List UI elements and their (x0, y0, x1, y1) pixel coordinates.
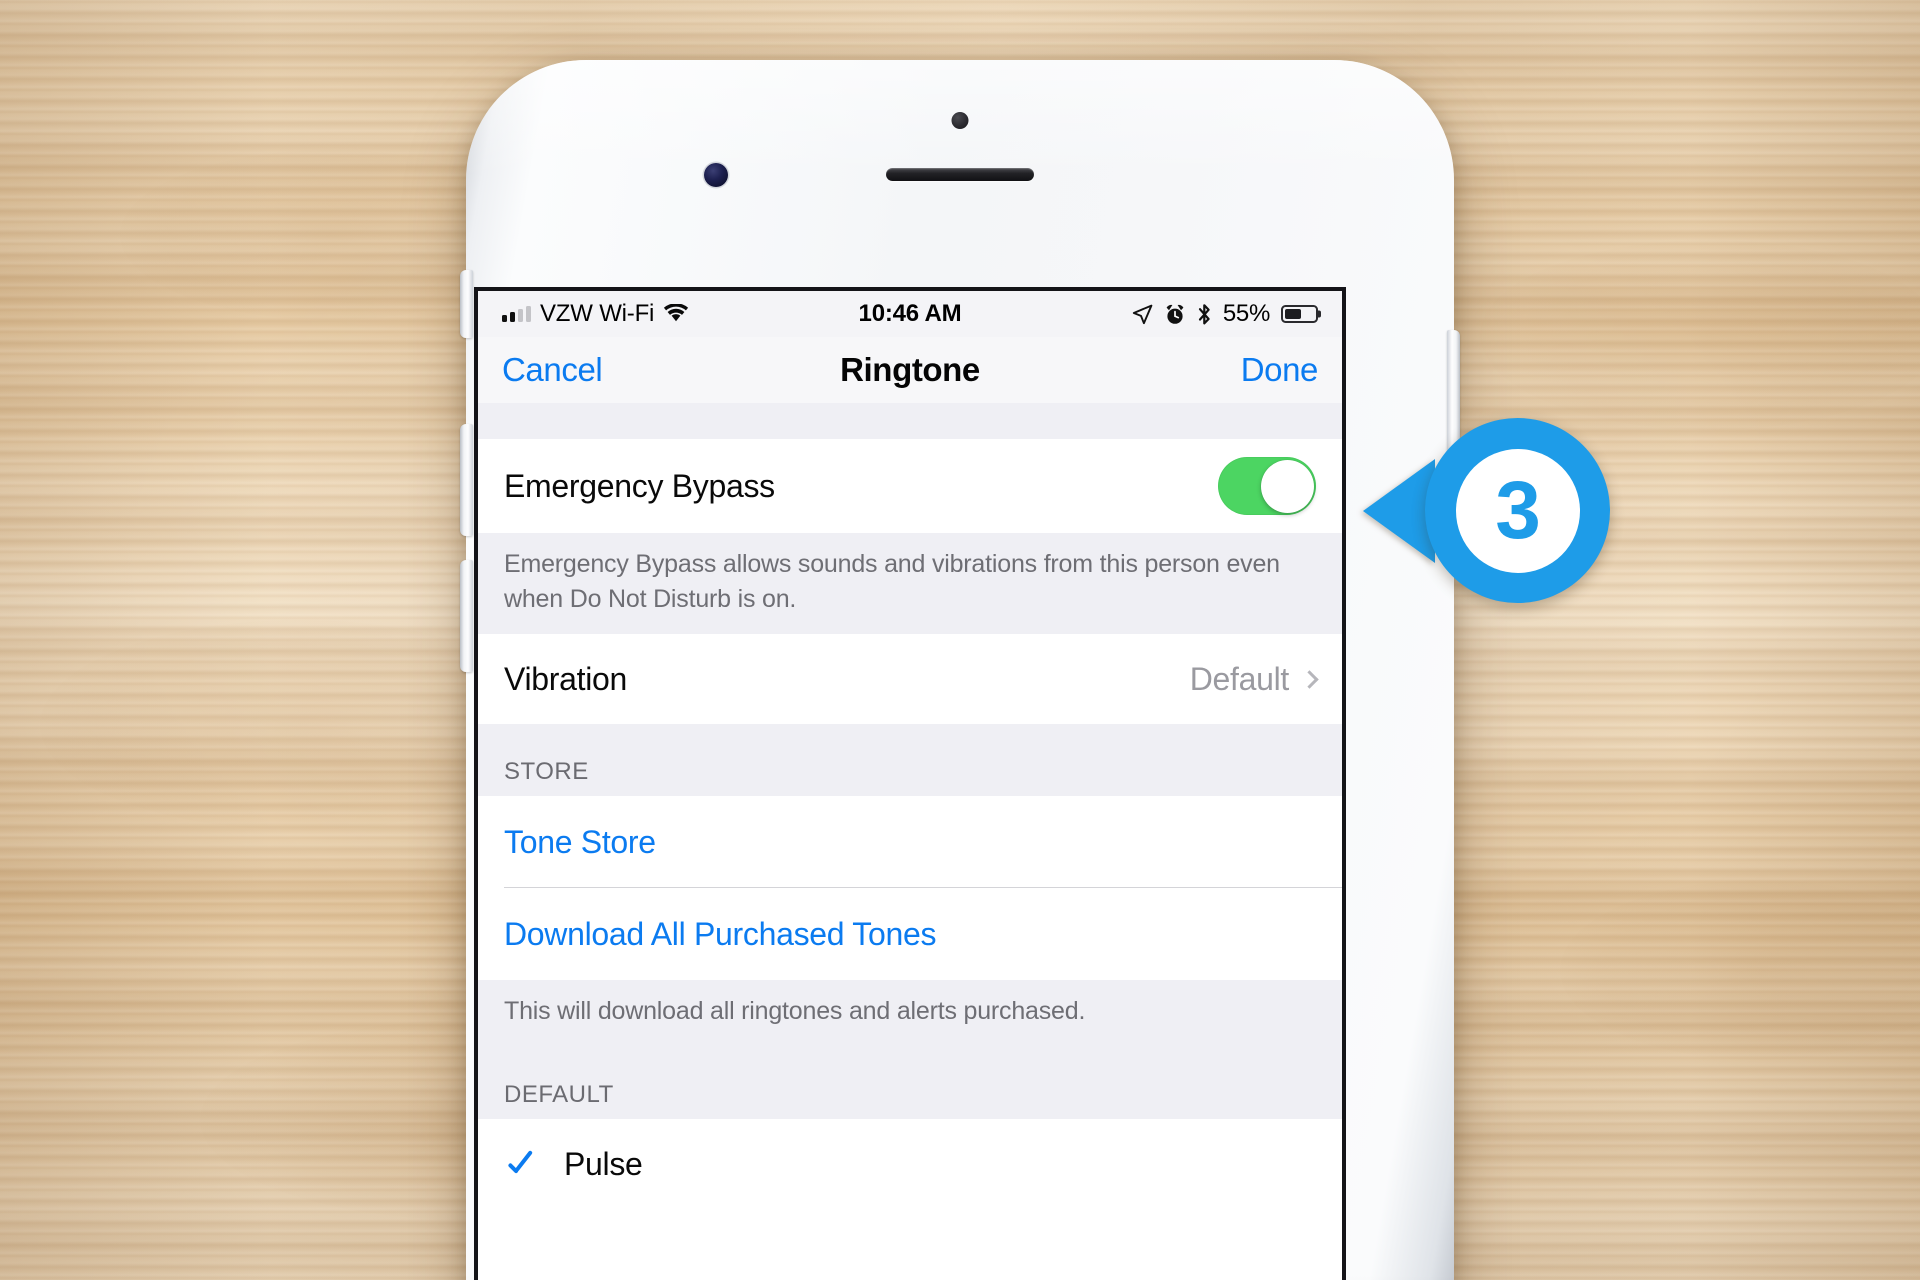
earpiece-speaker (886, 168, 1034, 181)
row-download-all-purchased-tones[interactable]: Download All Purchased Tones (478, 888, 1342, 980)
iphone-device: VZW Wi-Fi 10:46 AM 55% Cancel Ringtone D… (460, 60, 1460, 1280)
status-bar-left: VZW Wi-Fi (502, 300, 689, 328)
callout-step-number: 3 (1495, 464, 1541, 556)
table-top-gap (478, 403, 1342, 439)
section-header-default: DEFAULT (478, 1046, 1342, 1119)
bluetooth-icon (1198, 303, 1210, 324)
alarm-clock-icon (1166, 304, 1184, 324)
page-title: Ringtone (840, 351, 980, 388)
settings-table: Emergency Bypass Emergency Bypass allows… (478, 403, 1342, 1211)
download-all-purchased-tones-label: Download All Purchased Tones (504, 915, 937, 952)
emergency-bypass-toggle[interactable] (1218, 457, 1316, 515)
cellular-signal-icon (502, 306, 531, 322)
vibration-label: Vibration (504, 660, 628, 697)
cancel-button[interactable]: Cancel (502, 351, 603, 389)
emergency-bypass-footer: Emergency Bypass allows sounds and vibra… (478, 533, 1342, 634)
vibration-value: Default (1189, 660, 1290, 697)
step-callout-badge: 3 (1363, 418, 1610, 603)
proximity-sensor (951, 112, 969, 129)
silent-switch-button[interactable] (460, 270, 473, 338)
row-vibration[interactable]: Vibration Default (478, 634, 1342, 724)
navigation-bar: Cancel Ringtone Done (478, 337, 1342, 403)
volume-up-button[interactable] (460, 424, 473, 536)
store-footer: This will download all ringtones and ale… (478, 980, 1342, 1047)
done-button[interactable]: Done (1241, 351, 1319, 389)
section-header-store: STORE (478, 724, 1342, 796)
row-pulse[interactable]: Pulse (478, 1118, 1342, 1211)
battery-percent-label: 55% (1222, 300, 1270, 327)
chevron-right-icon (1300, 669, 1319, 689)
battery-icon (1281, 305, 1318, 323)
checkmark-icon (504, 1148, 538, 1182)
toggle-knob (1260, 459, 1314, 513)
row-tone-store[interactable]: Tone Store (478, 796, 1342, 888)
tone-store-label: Tone Store (504, 823, 656, 860)
location-arrow-icon (1132, 304, 1153, 324)
front-camera (704, 163, 728, 187)
row-emergency-bypass[interactable]: Emergency Bypass (478, 439, 1342, 533)
callout-circle: 3 (1425, 418, 1610, 603)
carrier-label: VZW Wi-Fi (540, 300, 655, 327)
emergency-bypass-label: Emergency Bypass (504, 467, 775, 504)
volume-down-button[interactable] (460, 560, 473, 672)
pulse-label: Pulse (564, 1146, 643, 1182)
wifi-icon (664, 304, 689, 322)
callout-inner-circle: 3 (1455, 448, 1580, 573)
battery-fill (1285, 309, 1301, 319)
status-bar: VZW Wi-Fi 10:46 AM 55% (478, 291, 1342, 337)
phone-screen: VZW Wi-Fi 10:46 AM 55% Cancel Ringtone D… (474, 287, 1346, 1280)
status-bar-right: 55% (1132, 300, 1318, 328)
